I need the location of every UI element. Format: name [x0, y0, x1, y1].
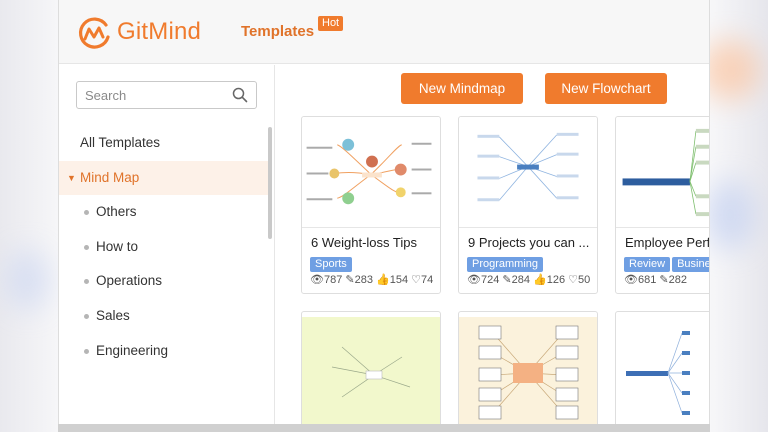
views-count: 724 — [480, 274, 500, 286]
views-icon: 👁 — [310, 274, 324, 286]
backdrop-blob — [705, 180, 755, 250]
hearts-count: 74 — [421, 274, 434, 286]
template-card[interactable]: 9 Projects you can ... Programming 👁724 … — [458, 116, 598, 294]
sidebar-item-label: How to — [96, 239, 139, 254]
sidebar-item-how-to[interactable]: How to — [59, 230, 269, 264]
template-thumbnail — [302, 317, 440, 431]
template-thumbnail — [459, 117, 597, 228]
template-card[interactable] — [458, 311, 598, 432]
tag-badge[interactable]: Busine — [672, 257, 709, 272]
sidebar-item-others[interactable]: Others — [59, 195, 269, 229]
sidebar-item-label: Others — [96, 204, 137, 219]
nav-templates-link[interactable]: Templates — [241, 23, 314, 40]
heart-icon: ♡ — [568, 274, 579, 286]
card-stats: 👁681 ✎282 — [624, 273, 687, 286]
card-title: 9 Projects you can ... — [468, 235, 590, 250]
gitmind-logo-icon[interactable] — [76, 15, 112, 51]
template-thumbnail — [459, 317, 597, 431]
new-flowchart-button[interactable]: New Flowchart — [545, 73, 667, 104]
caret-down-icon: ▼ — [67, 173, 76, 183]
card-stats: 👁787 ✎283 👍154 ♡74 — [310, 273, 433, 286]
sidebar-item-operations[interactable]: Operations — [59, 264, 269, 298]
template-card[interactable] — [301, 311, 441, 432]
backdrop-left — [0, 0, 58, 432]
thumbs-up-icon: 👍 — [376, 274, 390, 286]
views-count: 787 — [323, 274, 343, 286]
template-thumbnail — [302, 117, 440, 228]
heart-icon: ♡ — [411, 274, 422, 286]
sidebar-item-label: Sales — [96, 308, 130, 323]
views-count: 681 — [637, 274, 657, 286]
edit-icon: ✎ — [345, 274, 355, 286]
horizontal-scrollbar[interactable] — [58, 424, 710, 432]
tag-badge[interactable]: Review — [624, 257, 671, 272]
backdrop-blob — [5, 250, 50, 310]
logo-text[interactable]: GitMind — [117, 18, 201, 46]
likes-count: 126 — [546, 274, 566, 286]
sidebar-item-label: Operations — [96, 273, 163, 288]
top-header: GitMind Templates Hot — [59, 0, 709, 64]
thumbs-up-icon: 👍 — [533, 274, 547, 286]
sidebar-item-label: Engineering — [96, 343, 169, 358]
bullet-icon — [84, 314, 89, 319]
bullet-icon — [84, 279, 89, 284]
views-icon: 👁 — [624, 274, 638, 286]
hot-badge: Hot — [318, 16, 344, 31]
hearts-count: 50 — [578, 274, 591, 286]
card-title: Employee Perfo — [625, 235, 710, 250]
card-stats: 👁724 ✎284 👍126 ♡50 — [467, 273, 590, 286]
card-title: 6 Weight-loss Tips — [311, 235, 417, 250]
edit-icon: ✎ — [659, 274, 669, 286]
edits-count: 282 — [668, 274, 687, 286]
template-thumbnail — [616, 317, 709, 431]
card-tags: Sports — [310, 254, 354, 272]
tag-badge[interactable]: Programming — [467, 257, 544, 272]
sidebar-item-all-templates[interactable]: All Templates — [59, 126, 269, 160]
edits-count: 283 — [354, 274, 373, 286]
bullet-icon — [84, 210, 89, 215]
sidebar-item-label: All Templates — [80, 135, 161, 150]
likes-count: 154 — [389, 274, 409, 286]
sidebar-item-label: Mind Map — [80, 170, 140, 185]
card-tags: Programming — [467, 254, 545, 272]
template-card[interactable]: Employee Perfo Review Busine 👁681 ✎282 — [615, 116, 710, 294]
search-box[interactable] — [76, 81, 257, 109]
app-window: GitMind Templates Hot All Templates ▼ Mi… — [58, 0, 710, 432]
edit-icon: ✎ — [502, 274, 512, 286]
views-icon: 👁 — [467, 274, 481, 286]
template-thumbnail — [616, 117, 709, 228]
bullet-icon — [84, 245, 89, 250]
tag-badge[interactable]: Sports — [310, 257, 352, 272]
search-icon[interactable] — [232, 87, 248, 103]
search-input[interactable] — [85, 87, 225, 103]
template-card[interactable]: 6 Weight-loss Tips Sports 👁787 ✎283 👍154… — [301, 116, 441, 294]
sidebar-item-mind-map[interactable]: ▼ Mind Map — [59, 161, 269, 195]
new-mindmap-button[interactable]: New Mindmap — [401, 73, 523, 104]
card-tags: Review Busine — [624, 254, 709, 272]
bullet-icon — [84, 349, 89, 354]
sidebar-item-engineering[interactable]: Engineering — [59, 334, 269, 368]
sidebar: All Templates ▼ Mind Map Others How to O… — [59, 65, 275, 432]
sidebar-item-sales[interactable]: Sales — [59, 299, 269, 333]
template-card[interactable] — [615, 311, 709, 432]
sidebar-scrollbar[interactable] — [268, 127, 272, 239]
edits-count: 284 — [511, 274, 530, 286]
